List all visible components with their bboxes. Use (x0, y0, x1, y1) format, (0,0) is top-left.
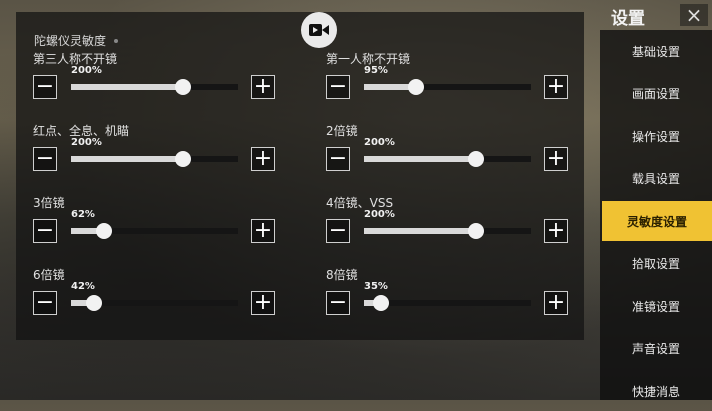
slider-handle[interactable] (96, 223, 113, 239)
slider-value: 35% (364, 281, 388, 292)
sidebar-item[interactable]: 载具设置 (600, 159, 712, 199)
decrease-button[interactable]: − (33, 75, 57, 99)
slider-fill (364, 156, 476, 162)
sidebar-item[interactable]: 快捷消息 (600, 371, 712, 411)
slider-value: 200% (364, 137, 395, 148)
close-icon: × (685, 3, 703, 27)
slider-value: 95% (364, 65, 388, 76)
slider-fill (364, 228, 476, 234)
increase-button[interactable]: + (251, 291, 275, 315)
decrease-button[interactable]: − (326, 75, 350, 99)
slider-handle[interactable] (467, 223, 484, 239)
sensitivity-slider: 红点、全息、机瞄 −200% + (33, 122, 279, 182)
settings-title: 设置 (611, 9, 645, 29)
slider-handle[interactable] (86, 295, 103, 311)
slider-fill (71, 84, 183, 90)
increase-button[interactable]: + (544, 219, 568, 243)
slider-track[interactable] (71, 79, 238, 95)
sensitivity-slider: 3倍镜 − 62% + (33, 194, 279, 254)
slider-handle[interactable] (174, 79, 191, 95)
sensitivity-slider: 4倍镜、VSS −200% + (326, 194, 572, 254)
slider-value: 200% (364, 209, 395, 220)
section-title: 陀螺仪灵敏度 (34, 32, 119, 49)
settings-sidebar: 基础设置 画面设置 操作设置 载具设置 灵敏度设置 拾取设置 准镜设置 声音设置 快捷消息 (600, 30, 712, 400)
slider-track[interactable] (71, 295, 238, 311)
slider-track[interactable] (364, 79, 531, 95)
sensitivity-slider: 第一人称不开镜 −95% + (326, 50, 572, 110)
increase-button[interactable]: + (251, 219, 275, 243)
decrease-button[interactable]: − (326, 291, 350, 315)
decrease-button[interactable]: − (33, 291, 57, 315)
sidebar-item[interactable]: 拾取设置 (600, 244, 712, 284)
slider-value: 62% (71, 209, 95, 220)
video-camera-button[interactable] (301, 12, 337, 48)
slider-label: 8倍镜 (326, 268, 358, 282)
slider-label: 3倍镜 (33, 196, 65, 210)
increase-button[interactable]: + (251, 147, 275, 171)
slider-track[interactable] (364, 223, 531, 239)
decrease-button[interactable]: − (33, 219, 57, 243)
slider-label: 6倍镜 (33, 268, 65, 282)
decrease-button[interactable]: − (326, 219, 350, 243)
slider-track[interactable] (71, 151, 238, 167)
video-camera-icon (309, 24, 329, 36)
slider-track[interactable] (364, 151, 531, 167)
sidebar-item[interactable]: 声音设置 (600, 329, 712, 369)
sensitivity-slider: 8倍镜 − 35% + (326, 266, 572, 326)
slider-handle[interactable] (174, 151, 191, 167)
slider-handle[interactable] (372, 295, 389, 311)
sidebar-item[interactable]: 画面设置 (600, 74, 712, 114)
increase-button[interactable]: + (544, 291, 568, 315)
slider-handle[interactable] (407, 79, 424, 95)
slider-fill (71, 156, 183, 162)
slider-track[interactable] (71, 223, 238, 239)
slider-value: 200% (71, 137, 102, 148)
increase-button[interactable]: + (544, 147, 568, 171)
sidebar-item[interactable]: 基础设置 (600, 31, 712, 71)
sidebar-item[interactable]: 操作设置 (600, 116, 712, 156)
slider-value: 42% (71, 281, 95, 292)
sensitivity-slider: 2倍镜 − 200% + (326, 122, 572, 182)
sensitivity-slider: 第三人称不开镜 −200% + (33, 50, 279, 110)
close-button[interactable]: × (680, 4, 708, 26)
slider-value: 200% (71, 65, 102, 76)
sidebar-item[interactable]: 灵敏度设置 (602, 201, 712, 241)
slider-handle[interactable] (467, 151, 484, 167)
increase-button[interactable]: + (544, 75, 568, 99)
decrease-button[interactable]: − (33, 147, 57, 171)
increase-button[interactable]: + (251, 75, 275, 99)
slider-label: 2倍镜 (326, 124, 358, 138)
sidebar-item[interactable]: 准镜设置 (600, 286, 712, 326)
section-title-text: 陀螺仪灵敏度 (34, 34, 107, 48)
sensitivity-slider: 6倍镜 − 42% + (33, 266, 279, 326)
slider-track[interactable] (364, 295, 531, 311)
decrease-button[interactable]: − (326, 147, 350, 171)
title-dot (114, 38, 119, 43)
